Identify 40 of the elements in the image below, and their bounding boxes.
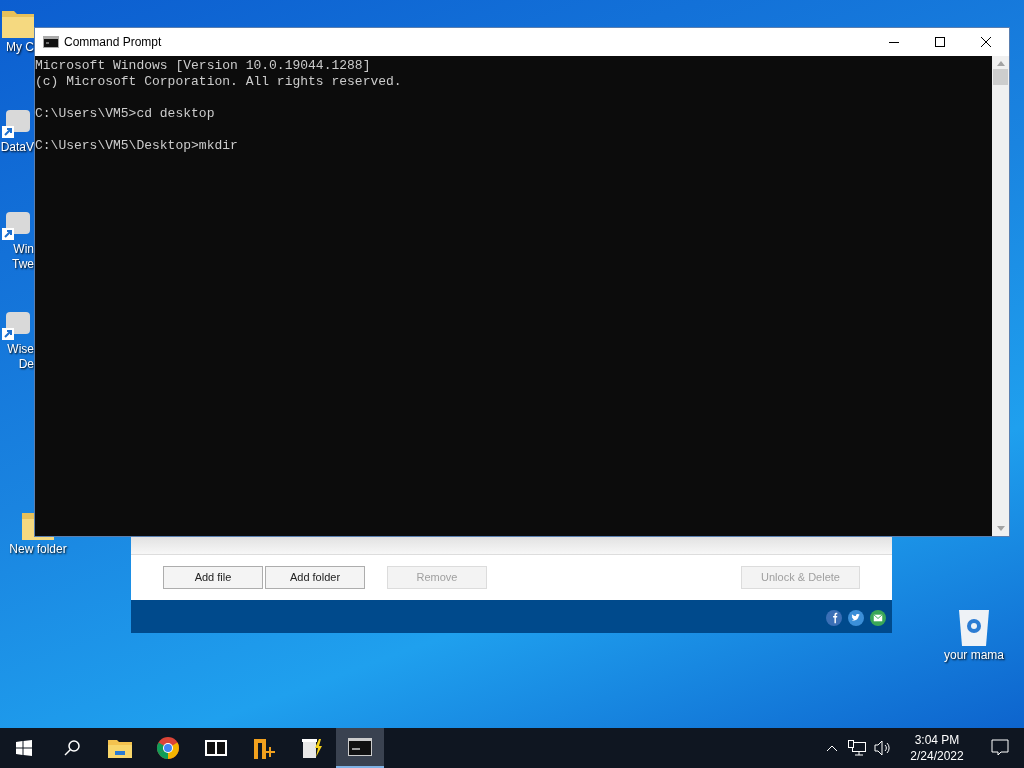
chevron-up-icon[interactable] xyxy=(826,744,838,752)
desktop-icon-label[interactable]: De xyxy=(18,357,34,372)
terminal-icon xyxy=(348,738,372,756)
chat-bubble-icon xyxy=(991,739,1009,757)
scrollbar[interactable] xyxy=(992,56,1009,536)
taskbar-button[interactable] xyxy=(336,728,384,768)
speaker-icon[interactable] xyxy=(874,740,892,756)
desktop-icon-label[interactable]: DataV xyxy=(0,140,34,155)
maximize-icon xyxy=(935,37,945,47)
console-line: (c) Microsoft Corporation. All rights reserved. xyxy=(35,74,402,90)
windows-logo-icon xyxy=(16,740,32,756)
terminal-icon xyxy=(43,36,59,48)
editor-app-icon xyxy=(252,737,276,759)
app-button[interactable]: Add file xyxy=(163,566,263,589)
console-line: C:\Users\VM5\Desktop>mkdir xyxy=(35,138,238,154)
scroll-thumb[interactable] xyxy=(993,69,1008,85)
window-title: Command Prompt xyxy=(64,34,162,51)
app-button[interactable]: Add folder xyxy=(265,566,365,589)
console-line: C:\Users\VM5>cd desktop xyxy=(35,106,215,122)
folder-icon xyxy=(108,738,132,758)
desktop-icon-label[interactable]: New folder xyxy=(9,542,67,557)
search-icon xyxy=(63,739,81,757)
close-icon xyxy=(981,37,991,47)
desktop-icon-label[interactable]: Win xyxy=(13,242,34,257)
minimize-icon xyxy=(889,41,899,43)
archive-app-icon xyxy=(205,740,227,756)
mail-icon[interactable] xyxy=(870,609,886,626)
desktop-icon-label[interactable]: Wise xyxy=(7,342,34,357)
console-line: Microsoft Windows [Version 10.0.19044.1288] xyxy=(35,58,371,74)
network-icon[interactable] xyxy=(848,740,866,756)
bird-icon[interactable] xyxy=(848,609,864,626)
facebook-icon[interactable] xyxy=(826,609,842,626)
desktop-icon-label[interactable]: My C xyxy=(6,40,34,55)
desktop-icon-label[interactable]: your mama xyxy=(944,648,1004,663)
clock-date[interactable]: 2/24/2022 xyxy=(910,748,964,764)
trash-bolt-icon xyxy=(300,736,324,760)
folder-icon xyxy=(2,8,34,38)
clock-time[interactable]: 3:04 PM xyxy=(914,732,960,748)
browser-icon xyxy=(156,736,180,760)
desktop-icon-label[interactable]: Twe xyxy=(12,257,34,272)
